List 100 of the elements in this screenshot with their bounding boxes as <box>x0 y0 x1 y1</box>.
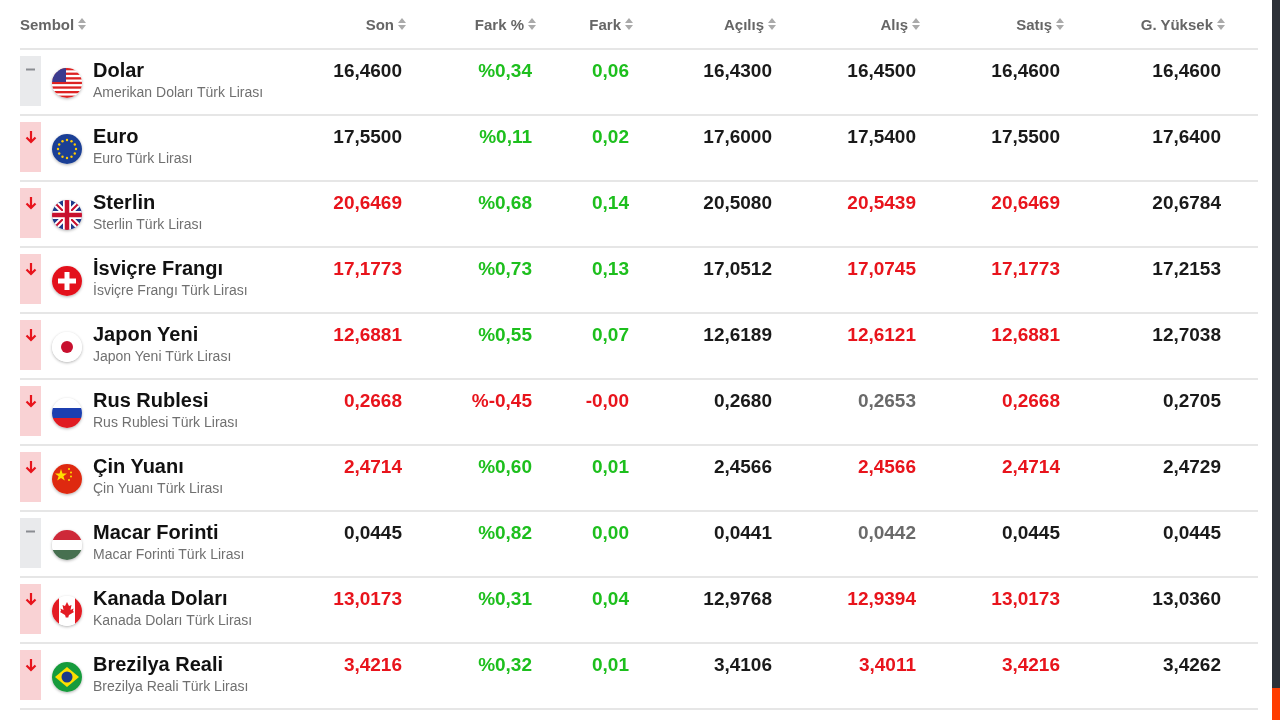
table-cell-text: 0,0441 <box>713 522 772 545</box>
table-cell-text: 16,4600 <box>1152 60 1221 83</box>
table-cell-text: 0,2653 <box>857 390 916 413</box>
flag-icon <box>52 332 82 362</box>
table-cell-text: 0,2680 <box>713 390 772 413</box>
table-cell-text: 12,6121 <box>847 324 916 347</box>
table-cell-text: 0,2668 <box>1001 390 1060 413</box>
column-header[interactable]: Alış <box>880 15 920 33</box>
flag-icon <box>52 200 82 230</box>
flag-icon <box>52 398 82 428</box>
table-cell-text: 13,0360 <box>1152 588 1221 611</box>
table-cell-text: 2,4566 <box>713 456 772 479</box>
table-cell-text: %0,73 <box>478 258 532 281</box>
table-cell-text: 17,6400 <box>1152 126 1221 149</box>
currency-name[interactable]: Kanada Doları <box>93 587 253 610</box>
table-cell-text: 0,0445 <box>1001 522 1060 545</box>
currency-description: Rus Rublesi Türk Lirası <box>93 414 239 430</box>
table-cell-text: 13,0173 <box>333 588 402 611</box>
table-cell-text: 12,9394 <box>847 588 916 611</box>
table-cell-text: %-0,45 <box>471 390 532 413</box>
down-trend-badge <box>20 188 41 238</box>
down-trend-badge <box>20 650 41 700</box>
table-cell-text: 17,1773 <box>333 258 402 281</box>
table-cell-text: 3,4216 <box>343 654 402 677</box>
flag-icon <box>52 662 82 692</box>
table-cell-text: 17,2153 <box>1152 258 1221 281</box>
currency-name[interactable]: Euro <box>93 125 193 148</box>
table-cell-text: 17,0512 <box>703 258 772 281</box>
column-header[interactable]: Son <box>365 15 406 33</box>
table-cell-text: %0,32 <box>478 654 532 677</box>
column-header[interactable]: G. Yüksek <box>1140 15 1225 33</box>
table-cell-text: 16,4300 <box>703 60 772 83</box>
currency-name[interactable]: İsviçre Frangı <box>93 257 248 280</box>
currency-name[interactable]: Rus Rublesi <box>93 389 239 412</box>
table-cell-text: 0,0445 <box>1162 522 1221 545</box>
currency-name[interactable]: Çin Yuanı <box>93 455 224 478</box>
table-cell-text: 0,14 <box>592 192 629 215</box>
table-cell-text: 0,01 <box>592 654 629 677</box>
table-cell-text: 2,4566 <box>857 456 916 479</box>
sort-icon <box>625 18 633 30</box>
table-cell-text: 2,4729 <box>1162 456 1221 479</box>
currency-name[interactable]: Brezilya Reali <box>93 653 249 676</box>
table-cell-text: 12,6881 <box>991 324 1060 347</box>
sort-icon <box>1217 18 1225 30</box>
currency-description: Sterlin Türk Lirası <box>93 216 203 232</box>
sort-icon <box>528 18 536 30</box>
currency-description: Euro Türk Lirası <box>93 150 193 166</box>
flat-trend-badge <box>20 518 41 568</box>
table-cell-text: 0,04 <box>592 588 629 611</box>
column-header[interactable]: Fark <box>589 15 633 33</box>
table-cell-text: 12,6881 <box>333 324 402 347</box>
flat-trend-badge <box>20 56 41 106</box>
table-cell-text: 12,9768 <box>703 588 772 611</box>
sort-icon <box>1056 18 1064 30</box>
accent-bar <box>1272 688 1280 720</box>
currency-description: İsviçre Frangı Türk Lirası <box>93 282 248 298</box>
table-cell-text: 0,00 <box>592 522 629 545</box>
currency-description: Amerikan Doları Türk Lirası <box>93 84 264 100</box>
currency-name[interactable]: Japon Yeni <box>93 323 232 346</box>
table-cell-text: 0,0445 <box>343 522 402 545</box>
sort-icon <box>398 18 406 30</box>
table-cell-text: 0,02 <box>592 126 629 149</box>
currency-name[interactable]: Sterlin <box>93 191 203 214</box>
table-cell-text: %0,55 <box>478 324 532 347</box>
table-cell-text: 0,13 <box>592 258 629 281</box>
table-cell-text: 0,01 <box>592 456 629 479</box>
sort-icon <box>78 18 87 30</box>
table-cell-text: %0,82 <box>478 522 532 545</box>
column-header[interactable]: Sembol <box>20 15 87 33</box>
table-cell-text: 3,4216 <box>1001 654 1060 677</box>
sort-icon <box>912 18 920 30</box>
table-cell-text: 17,1773 <box>991 258 1060 281</box>
currency-name[interactable]: Macar Forinti <box>93 521 245 544</box>
column-header[interactable]: Açılış <box>723 15 776 33</box>
table-cell-text: %0,11 <box>479 126 532 149</box>
table-cell-text: %0,34 <box>478 60 532 83</box>
currency-name[interactable]: Dolar <box>93 59 264 82</box>
table-cell-text: 12,7038 <box>1152 324 1221 347</box>
table-cell-text: 20,6784 <box>1152 192 1221 215</box>
currency-description: Çin Yuanı Türk Lirası <box>93 480 224 496</box>
column-header[interactable]: Satış <box>1016 15 1064 33</box>
table-cell-text: 2,4714 <box>1001 456 1060 479</box>
table-cell-text: %0,68 <box>478 192 532 215</box>
table-cell-text: 16,4600 <box>333 60 402 83</box>
table-cell-text: 20,6469 <box>333 192 402 215</box>
table-cell-text: 16,4500 <box>847 60 916 83</box>
currency-description: Brezilya Reali Türk Lirası <box>93 678 249 694</box>
table-cell-text: 17,5500 <box>333 126 402 149</box>
down-trend-badge <box>20 122 41 172</box>
table-cell-text: 17,5500 <box>991 126 1060 149</box>
currency-description: Macar Forinti Türk Lirası <box>93 546 245 562</box>
table-cell-text: %0,31 <box>478 588 532 611</box>
flag-icon <box>52 68 82 98</box>
table-cell-text: 16,4600 <box>991 60 1060 83</box>
table-cell-text: 0,07 <box>592 324 629 347</box>
column-header[interactable]: Fark % <box>474 15 536 33</box>
table-cell-text: 0,0442 <box>857 522 916 545</box>
table-cell-text: 20,6469 <box>991 192 1060 215</box>
down-trend-badge <box>20 452 41 502</box>
currency-description: Japon Yeni Türk Lirası <box>93 348 232 364</box>
